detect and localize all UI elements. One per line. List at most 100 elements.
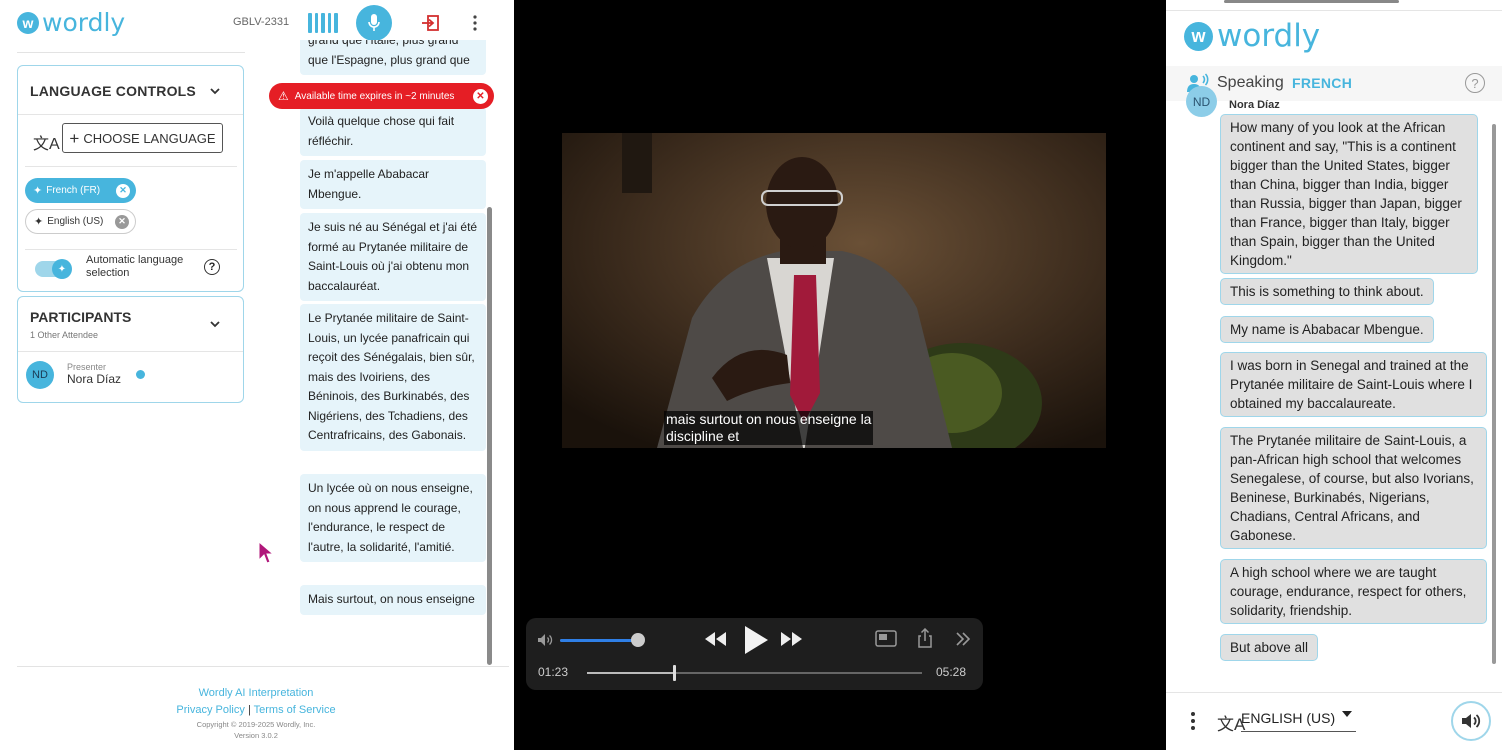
wordly-logo-text: wordly [1217,18,1321,54]
exit-session-icon[interactable] [421,15,439,31]
more-options-icon[interactable] [1190,711,1196,731]
privacy-policy-link[interactable]: Privacy Policy [176,704,244,716]
translation-bubble: A high school where we are taught courag… [1220,559,1487,624]
transcript-bubble: Mais surtout, on nous enseigne [300,585,486,615]
play-icon[interactable] [742,625,770,655]
transcript-bubble: Un lycée où on nous enseigne, on nous ap… [300,474,486,562]
speaker-name: Nora Díaz [1229,99,1280,111]
audio-playback-button[interactable] [1451,701,1491,741]
subtitle-line: mais surtout on nous enseigne la [666,411,872,427]
help-icon[interactable]: ? [204,259,220,275]
transcript-bubble: Je suis né au Sénégal et j'ai été formé … [300,213,486,301]
seek-handle[interactable] [673,665,677,681]
translation-bubble: I was born in Senegal and trained at the… [1220,352,1487,417]
translation-bubble: The Prytanée militaire de Saint-Louis, a… [1220,427,1487,549]
divider [18,114,243,115]
wordly-logo-mark: w [1184,21,1213,51]
transcript-bubble: grand que l'Italie, plus grand que l'Esp… [300,40,486,75]
microphone-button[interactable] [356,5,392,41]
seek-bar[interactable] [587,665,922,681]
speaker-video-image [562,133,1106,448]
language-chip-english[interactable]: ✦ English (US) ✕ [25,209,136,234]
language-chip-french[interactable]: ✦ French (FR) ✕ [25,178,136,203]
volume-fill [560,639,639,642]
footer-separator: | [247,704,251,716]
presenter-role: Presenter [67,362,107,372]
transcript-bubble: Le Prytanée militaire de Saint-Louis, un… [300,304,486,451]
translation-bubble: This is something to think about. [1220,278,1434,305]
current-time: 01:23 [538,665,569,679]
choose-language-button[interactable]: + CHOOSE LANGUAGE [62,123,223,153]
volume-icon[interactable] [536,632,554,648]
more-options-icon[interactable] [470,14,480,32]
divider [18,351,243,352]
auto-language-toggle[interactable]: ✦ [35,259,72,279]
alert-text: Available time expires in ~2 minutes [294,90,455,102]
language-controls-title: LANGUAGE CONTROLS [30,83,196,99]
divider [17,52,245,53]
translation-bubble: My name is Ababacar Mbengue. [1220,316,1434,343]
window-handle [1224,0,1399,3]
avatar: ND [1186,86,1217,117]
share-icon[interactable] [917,628,933,649]
dropdown-caret-icon[interactable] [1342,711,1352,717]
wordly-logo-mark: w [17,11,39,34]
auto-language-label: Automatic language selection [86,254,184,279]
wordly-logo: w wordly [1184,18,1320,54]
chevron-down-icon[interactable] [210,86,220,96]
chevron-down-icon[interactable] [210,319,220,329]
participants-card: PARTICIPANTS 1 Other Attendee ND Present… [17,296,244,403]
video-subtitle: mais surtout on nous enseigne la discipl… [664,411,874,445]
translate-icon: 文A [33,136,60,153]
divider [1166,10,1502,11]
picture-in-picture-icon[interactable] [875,630,897,648]
mouse-cursor-icon [258,541,274,564]
rewind-icon[interactable] [703,631,727,647]
more-controls-icon[interactable] [955,631,971,647]
choose-language-label: CHOOSE LANGUAGE [83,130,216,146]
footer: Wordly AI Interpretation Privacy Policy … [140,685,372,741]
help-icon[interactable]: ? [1465,73,1485,93]
audio-level-icon[interactable] [308,13,338,33]
translation-bubble: But above all [1220,634,1319,661]
time-expiry-alert: ⚠ Available time expires in ~2 minutes ✕ [269,83,494,109]
avatar: ND [26,361,54,389]
transcript-scrollbar[interactable] [487,207,492,665]
speaking-label: Speaking [1217,74,1284,91]
microphone-icon [368,14,380,31]
video-frame[interactable]: mais surtout on nous enseigne la discipl… [562,133,1106,448]
online-status-dot [136,370,145,379]
presenter-name: Nora Díaz [67,372,122,386]
warning-icon: ⚠ [278,89,289,103]
transcript-bubble: Je m'appelle Ababacar Mbengue. [300,160,486,209]
divider [17,666,509,667]
participants-title: PARTICIPANTS [30,309,132,325]
remove-language-icon[interactable]: ✕ [116,183,130,198]
plus-icon: + [69,128,80,148]
translation-scrollbar[interactable] [1492,124,1496,664]
session-code: GBLV-2331 [233,16,290,28]
terms-of-service-link[interactable]: Terms of Service [254,704,336,716]
volume-slider[interactable] [560,633,646,647]
transcript-bubble: Voilà quelque chose qui fait réfléchir. [300,107,486,156]
divider [1166,692,1502,693]
speaker-icon [1462,714,1481,728]
wordly-presenter-panel: w wordly GBLV-2331 LANGUAGE CONTROLS 文A … [0,0,514,750]
select-underline [1241,731,1356,732]
fast-forward-icon[interactable] [780,631,804,647]
wordly-logo-text: wordly [42,8,126,37]
close-alert-icon[interactable]: ✕ [473,88,488,104]
speaking-language: FRENCH [1292,75,1353,91]
footer-product: Wordly AI Interpretation [198,687,314,699]
video-controls: 01:23 05:28 [526,618,983,690]
remove-language-icon[interactable]: ✕ [115,214,129,229]
total-time: 05:28 [936,665,967,679]
seek-progress [587,672,675,674]
sparkle-icon: ✦ [34,216,44,228]
transcript-list[interactable]: grand que l'Italie, plus grand que l'Esp… [300,40,486,635]
version: Version 3.0.2 [234,731,278,740]
volume-knob[interactable] [631,633,646,647]
output-language-select[interactable]: ENGLISH (US) [1241,710,1335,726]
sparkle-icon: ✦ [33,185,43,197]
wordly-logo: w wordly [17,8,125,37]
